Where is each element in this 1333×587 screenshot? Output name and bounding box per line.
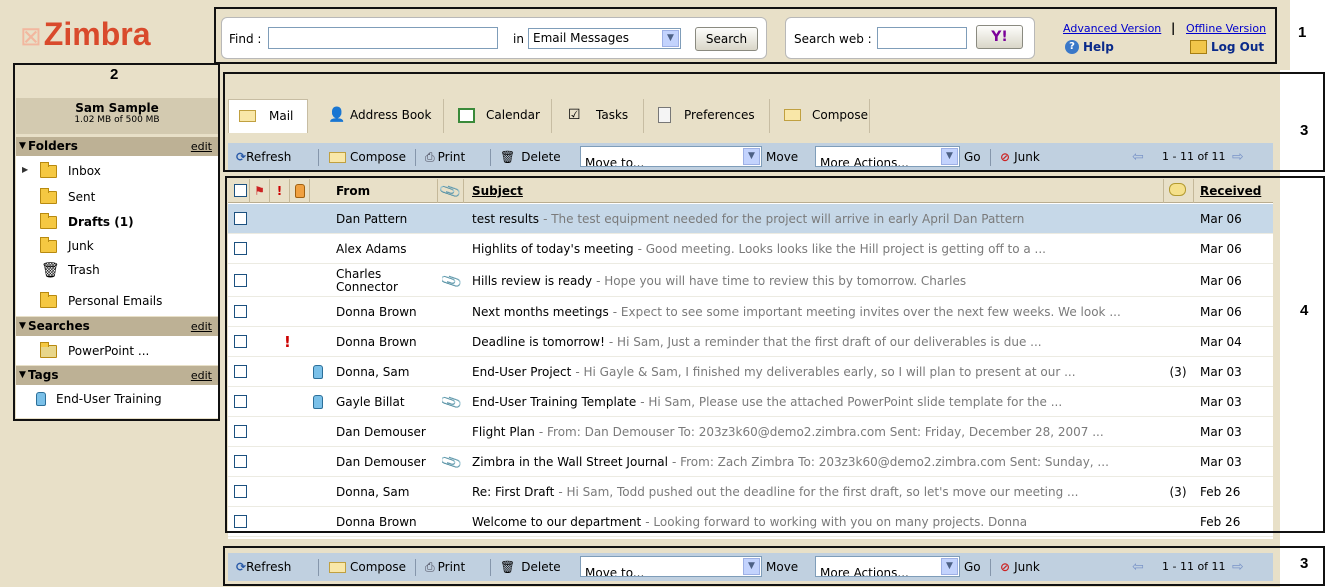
callout-label-3-bottom: 3 [1300, 555, 1309, 572]
callout-box-3 [223, 72, 1325, 172]
callout-box-1 [214, 7, 1277, 64]
zimbra-logo[interactable]: ⊠Zimbra [20, 16, 210, 56]
logo-text: Zimbra [43, 16, 151, 52]
callout-box-4 [225, 176, 1325, 533]
callout-label-1: 1 [1298, 24, 1307, 41]
callout-label-3: 3 [1300, 122, 1309, 139]
callout-label-4: 4 [1300, 302, 1309, 319]
callout-box-2 [13, 63, 220, 421]
callout-box-3-bottom [223, 546, 1325, 586]
logo-mark-icon: ⊠ [20, 21, 42, 51]
